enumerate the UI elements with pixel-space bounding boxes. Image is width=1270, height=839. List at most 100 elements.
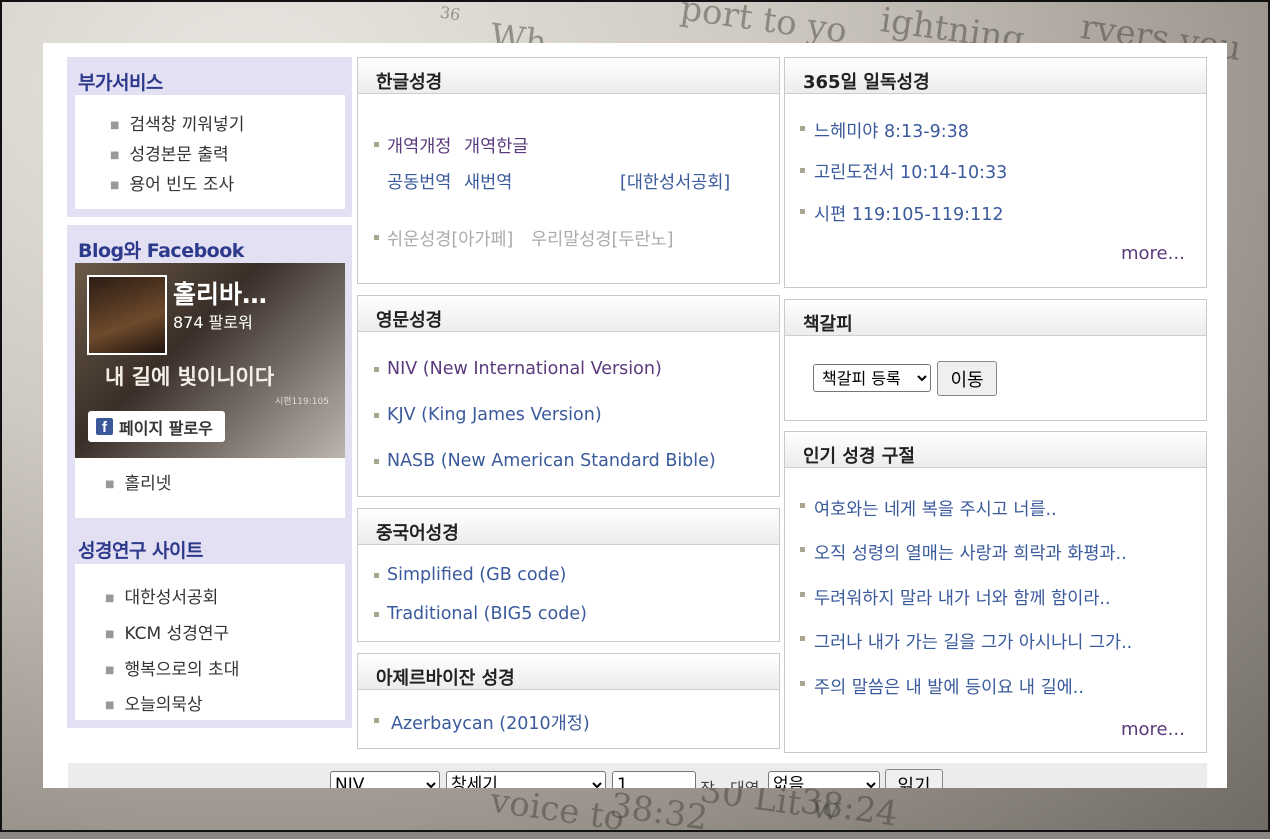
english-bible-header: 영문성경 <box>358 296 779 332</box>
bullet-icon <box>374 459 379 464</box>
bullet-icon <box>800 681 805 686</box>
link-kjv[interactable]: KJV (King James Version) <box>387 405 602 425</box>
bullet-icon <box>800 209 805 214</box>
azerbaijani-bible-panel: 아제르바이잔 성경 Azerbaycan (2010개정) <box>357 653 780 749</box>
services-item[interactable]: ■ 검색창 끼워넣기 <box>110 110 244 135</box>
research-box: 성경연구 사이트 ■ 대한성서공회 ■ KCM 성경연구 ■ 행복으로의 초대 ■ 오늘… <box>67 525 352 728</box>
bullet-icon <box>374 367 379 372</box>
research-item[interactable]: ■ 오늘의묵상 <box>105 690 203 715</box>
research-title: 성경연구 사이트 <box>78 540 203 562</box>
azerbaijani-bible-header: 아제르바이잔 성경 <box>358 654 779 690</box>
link-saebeonyeok[interactable]: 새번역 <box>464 169 512 194</box>
facebook-page-avatar[interactable] <box>87 275 167 355</box>
link-simplified[interactable]: Simplified (GB code) <box>387 565 566 585</box>
bullet-icon: ■ <box>105 592 115 604</box>
daily-reading-title: 365일 일독성경 <box>803 72 930 93</box>
daily-reading-item[interactable]: 고린도전서 10:14-10:33 <box>814 159 1007 184</box>
services-item[interactable]: ■ 성경본문 출력 <box>110 140 229 165</box>
link-easy-bible[interactable]: 쉬운성경[아가페] <box>387 226 513 251</box>
chinese-bible-panel: 중국어성경 Simplified (GB code) Traditional (… <box>357 508 780 642</box>
bullet-icon <box>374 718 379 723</box>
link-gaeyeok-gaejeong[interactable]: 개역개정 <box>387 133 451 158</box>
bookmark-select[interactable]: 책갈피 등록 <box>813 364 931 392</box>
services-list: ■ 검색창 끼워넣기 ■ 성경본문 출력 ■ 용어 빈도 조사 <box>75 95 345 209</box>
bullet-icon: ■ <box>105 664 115 676</box>
bullet-icon: ■ <box>105 628 115 640</box>
korean-bible-panel: 한글성경 개역개정 개역한글 공동번역 새번역 [대한성서공회] 쉬운성경[아가… <box>357 57 780 284</box>
research-list: ■ 대한성서공회 ■ KCM 성경연구 ■ 행복으로의 초대 ■ 오늘의묵상 <box>75 564 345 720</box>
daily-reading-item[interactable]: 느헤미야 8:13-9:38 <box>814 118 969 143</box>
bullet-icon: ■ <box>105 699 115 711</box>
social-list: ■ 홀리넷 <box>75 455 345 518</box>
popular-verse-item[interactable]: 여호와는 네게 복을 주시고 너를.. <box>814 496 1057 521</box>
popular-verse-item[interactable]: 주의 말씀은 내 발에 등이요 내 길에.. <box>814 674 1084 699</box>
social-item-holynet[interactable]: ■ 홀리넷 <box>105 469 171 494</box>
facebook-follow-button[interactable]: f 페이지 팔로우 <box>88 411 225 442</box>
korean-bible-title: 한글성경 <box>376 72 443 93</box>
research-item[interactable]: ■ 행복으로의 초대 <box>105 655 239 680</box>
read-button[interactable]: 읽기 <box>885 769 943 788</box>
bullet-icon <box>800 126 805 131</box>
azerbaijani-bible-title: 아제르바이잔 성경 <box>376 668 515 689</box>
popular-verse-item[interactable]: 그러나 내가 가는 길을 그가 아시나니 그가.. <box>814 629 1132 654</box>
bullet-icon <box>800 503 805 508</box>
popular-verses-title: 인기 성경 구절 <box>803 446 915 467</box>
facebook-icon: f <box>96 418 113 435</box>
link-niv[interactable]: NIV (New International Version) <box>387 359 662 379</box>
bullet-icon: ■ <box>110 149 120 161</box>
facebook-widget[interactable]: 홀리바… 874 팔로워 내 길에 빛이니이다 시편119:105 f 페이지 … <box>75 263 345 458</box>
link-azerbaycan[interactable]: Azerbaycan (2010개정) <box>391 710 590 735</box>
bullet-icon <box>800 636 805 641</box>
english-bible-title: 영문성경 <box>376 310 443 331</box>
link-urimal-bible[interactable]: 우리말성경[두란노] <box>531 226 673 251</box>
book-select[interactable]: 창세기 <box>446 771 606 788</box>
popular-verses-more-link[interactable]: more... <box>1121 719 1185 740</box>
link-gaeyeok-hangeul[interactable]: 개역한글 <box>464 133 528 158</box>
bullet-icon: ■ <box>105 478 115 490</box>
facebook-follower-count: 874 팔로워 <box>173 313 253 332</box>
popular-verses-header: 인기 성경 구절 <box>785 432 1206 468</box>
compare-label: 대역 <box>730 775 759 788</box>
bookmark-go-button[interactable]: 이동 <box>937 361 997 396</box>
daily-reading-more-link[interactable]: more... <box>1121 243 1185 264</box>
popular-verse-item[interactable]: 오직 성령의 열매는 사랑과 희락과 화평과.. <box>814 540 1127 565</box>
popular-verses-panel: 인기 성경 구절 여호와는 네게 복을 주시고 너를.. 오직 성령의 열매는 … <box>784 431 1207 753</box>
link-nasb[interactable]: NASB (New American Standard Bible) <box>387 451 716 471</box>
publisher-label[interactable]: [대한성서공회] <box>620 169 730 194</box>
english-bible-panel: 영문성경 NIV (New International Version) KJV… <box>357 295 780 497</box>
bullet-icon <box>374 142 379 147</box>
chapter-input[interactable] <box>612 771 696 788</box>
korean-bible-header: 한글성경 <box>358 58 779 94</box>
bullet-icon <box>800 168 805 173</box>
compare-select[interactable]: 없음 <box>768 771 880 788</box>
bullet-icon: ■ <box>110 179 120 191</box>
chinese-bible-header: 중국어성경 <box>358 509 779 545</box>
services-title: 부가서비스 <box>78 72 163 94</box>
link-gongdong-beonyeok[interactable]: 공동번역 <box>387 169 451 194</box>
link-traditional[interactable]: Traditional (BIG5 code) <box>387 604 587 624</box>
social-title: Blog와 Facebook <box>78 240 244 262</box>
facebook-cover-ref: 시편119:105 <box>275 397 329 407</box>
research-item[interactable]: ■ 대한성서공회 <box>105 583 218 608</box>
daily-reading-item[interactable]: 시편 119:105-119:112 <box>814 201 1003 226</box>
background-text: 36 <box>438 2 462 25</box>
bullet-icon <box>374 612 379 617</box>
bookmark-title: 책갈피 <box>803 314 853 335</box>
version-select[interactable]: NIV <box>330 771 440 788</box>
popular-verse-item[interactable]: 두려워하지 말라 내가 너와 함께 함이라.. <box>814 585 1111 610</box>
bullet-icon <box>800 547 805 552</box>
bullet-icon: ■ <box>110 119 120 131</box>
chinese-bible-title: 중국어성경 <box>376 523 459 544</box>
bullet-icon <box>374 573 379 578</box>
bullet-icon <box>800 592 805 597</box>
facebook-cover-text: 내 길에 빛이니이다 <box>105 364 275 389</box>
chapter-suffix-label: 장 <box>700 775 715 788</box>
bullet-icon <box>374 413 379 418</box>
research-item[interactable]: ■ KCM 성경연구 <box>105 619 229 644</box>
daily-reading-panel: 365일 일독성경 느헤미야 8:13-9:38 고린도전서 10:14-10:… <box>784 57 1207 288</box>
services-item[interactable]: ■ 용어 빈도 조사 <box>110 170 234 195</box>
main-page: 부가서비스 ■ 검색창 끼워넣기 ■ 성경본문 출력 ■ 용어 빈도 조사 Blog와… <box>43 43 1227 788</box>
daily-reading-header: 365일 일독성경 <box>785 58 1206 94</box>
services-box: 부가서비스 ■ 검색창 끼워넣기 ■ 성경본문 출력 ■ 용어 빈도 조사 <box>67 57 352 217</box>
facebook-page-name[interactable]: 홀리바… <box>173 275 267 311</box>
